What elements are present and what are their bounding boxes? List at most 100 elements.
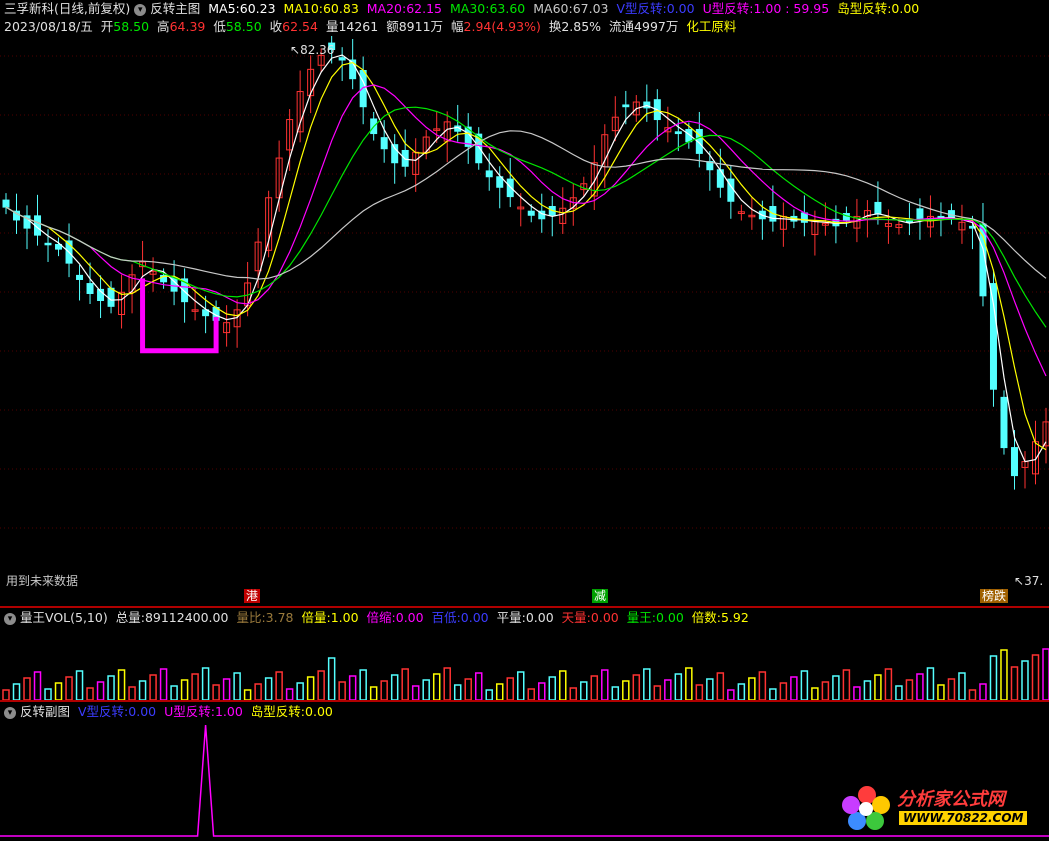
change-label: 幅 xyxy=(451,19,464,34)
volume-bar xyxy=(348,675,357,700)
chevron-down-icon[interactable]: ▾ xyxy=(134,3,147,16)
candle-body xyxy=(874,201,882,215)
sub-title[interactable]: 反转副图 xyxy=(20,704,70,719)
v-reversal-value: 0.00 xyxy=(666,1,695,16)
header-row: 三孚新科(日线,前复权) ▾ 反转主图 MA5:60.23 MA10:60.83 M… xyxy=(4,1,923,17)
candle-body xyxy=(107,287,115,307)
sub-v-value: 0.00 xyxy=(128,704,157,719)
turnover-label: 换 xyxy=(548,19,562,34)
volume-bar xyxy=(874,674,882,700)
vol-sky-value: 0.00 xyxy=(590,610,619,625)
vol-sky-label: 天量: xyxy=(561,610,591,625)
volume-bar xyxy=(359,669,367,700)
island-reversal-label: 岛型反转: xyxy=(837,1,892,16)
volume-bar xyxy=(937,684,945,700)
quote-date: 2023/08/18/五 xyxy=(4,19,93,34)
volume-bar xyxy=(622,680,630,700)
low-price-marker: ↖37. xyxy=(1014,574,1044,588)
volume-bar xyxy=(149,674,157,700)
sub-island-label: 岛型反转: xyxy=(250,704,306,719)
volume-bar xyxy=(895,685,903,700)
ma10-label: MA10: xyxy=(283,1,323,16)
volume-bar xyxy=(947,678,956,700)
event-marker-bangdie[interactable]: 榜跌 xyxy=(980,589,1009,603)
amount-label: 额 xyxy=(386,19,399,34)
volume-bar xyxy=(611,686,620,700)
volume-bar xyxy=(1042,648,1049,700)
sector-label[interactable]: 化工原料 xyxy=(686,19,736,34)
high-value: 64.39 xyxy=(169,19,206,34)
candle-body xyxy=(338,57,346,61)
volume-bar xyxy=(201,667,210,700)
volume-bar xyxy=(559,670,567,700)
vol-title[interactable]: 量王VOL(5,10) xyxy=(20,610,108,625)
u-reversal-label: U型反转: xyxy=(702,1,754,16)
volume-bar xyxy=(86,687,94,700)
panel-divider[interactable] xyxy=(0,606,1049,608)
chevron-down-icon[interactable]: ▾ xyxy=(4,706,16,719)
ma20-value: 62.15 xyxy=(406,1,443,16)
volume-bar xyxy=(107,675,115,700)
volume-bar xyxy=(758,671,767,700)
sub-island-value: 0.00 xyxy=(305,704,333,719)
volume-bar xyxy=(853,686,861,700)
vol-king-label: 量王: xyxy=(626,610,656,625)
high-price-value: 82.36 xyxy=(300,43,335,57)
amount-value: 8911万 xyxy=(398,19,444,34)
volume-bar xyxy=(443,667,451,700)
vol-double-value: 1.00 xyxy=(330,610,359,625)
volume-bar xyxy=(538,682,546,700)
volume-bar xyxy=(170,685,178,700)
vol-ratio-label: 量比: xyxy=(236,610,266,625)
ma60-value: 67.03 xyxy=(572,1,609,16)
volume-bar xyxy=(979,683,987,700)
volume-bar xyxy=(12,683,21,700)
volume-bar xyxy=(926,667,935,700)
low-price-value: 37. xyxy=(1024,574,1044,588)
flower-icon xyxy=(842,786,890,830)
indicator-name[interactable]: 反转主图 xyxy=(150,1,200,16)
volume-bar xyxy=(264,677,273,700)
vol-shrink-value: 0.00 xyxy=(395,610,424,625)
volume-bar xyxy=(191,673,199,700)
volume-bar xyxy=(916,673,924,700)
sub-v-label: V型反转: xyxy=(78,704,129,719)
event-marker-gang[interactable]: 港 xyxy=(244,589,261,603)
volume-label: 量 xyxy=(325,19,339,34)
ma10-value: 60.83 xyxy=(322,1,359,16)
stock-name[interactable]: 三孚新科(日线,前复权) xyxy=(4,1,130,16)
volume-bar xyxy=(54,682,63,700)
vol-flat-label: 平量: xyxy=(496,610,526,625)
volume-bar xyxy=(65,676,73,700)
sub-u-label: U型反转: xyxy=(164,704,215,719)
volume-bar xyxy=(96,681,105,700)
volume-bar xyxy=(958,672,966,700)
candle-body xyxy=(1000,396,1008,449)
volume-bar xyxy=(338,681,346,700)
candle-body xyxy=(44,242,52,246)
volume-chart[interactable] xyxy=(0,628,1049,700)
volume-bar xyxy=(653,685,662,700)
ma60-label: MA60: xyxy=(533,1,573,16)
volume-bar xyxy=(737,683,746,700)
chevron-down-icon[interactable]: ▾ xyxy=(4,612,16,625)
volume-bar xyxy=(580,681,588,700)
volume-bar xyxy=(401,668,409,700)
candle-body xyxy=(674,131,682,135)
vol-mult-label: 倍数: xyxy=(691,610,721,625)
panel-divider[interactable] xyxy=(0,700,1049,702)
low-label: 低 xyxy=(213,19,226,34)
volume-bar xyxy=(432,673,441,700)
volume-bar xyxy=(695,684,704,700)
vol-king-value: 0.00 xyxy=(655,610,684,625)
candle-body xyxy=(380,137,388,150)
volume-bar xyxy=(968,689,977,700)
volume-bar xyxy=(243,689,252,700)
volume-bar xyxy=(33,671,42,700)
ma20-label: MA20: xyxy=(366,1,407,16)
candle-body xyxy=(359,70,367,108)
volume-bar xyxy=(527,688,536,700)
vol-total-label: 总量: xyxy=(115,610,145,625)
main-price-chart[interactable] xyxy=(0,36,1049,606)
event-marker-jian[interactable]: 减 xyxy=(592,589,609,603)
